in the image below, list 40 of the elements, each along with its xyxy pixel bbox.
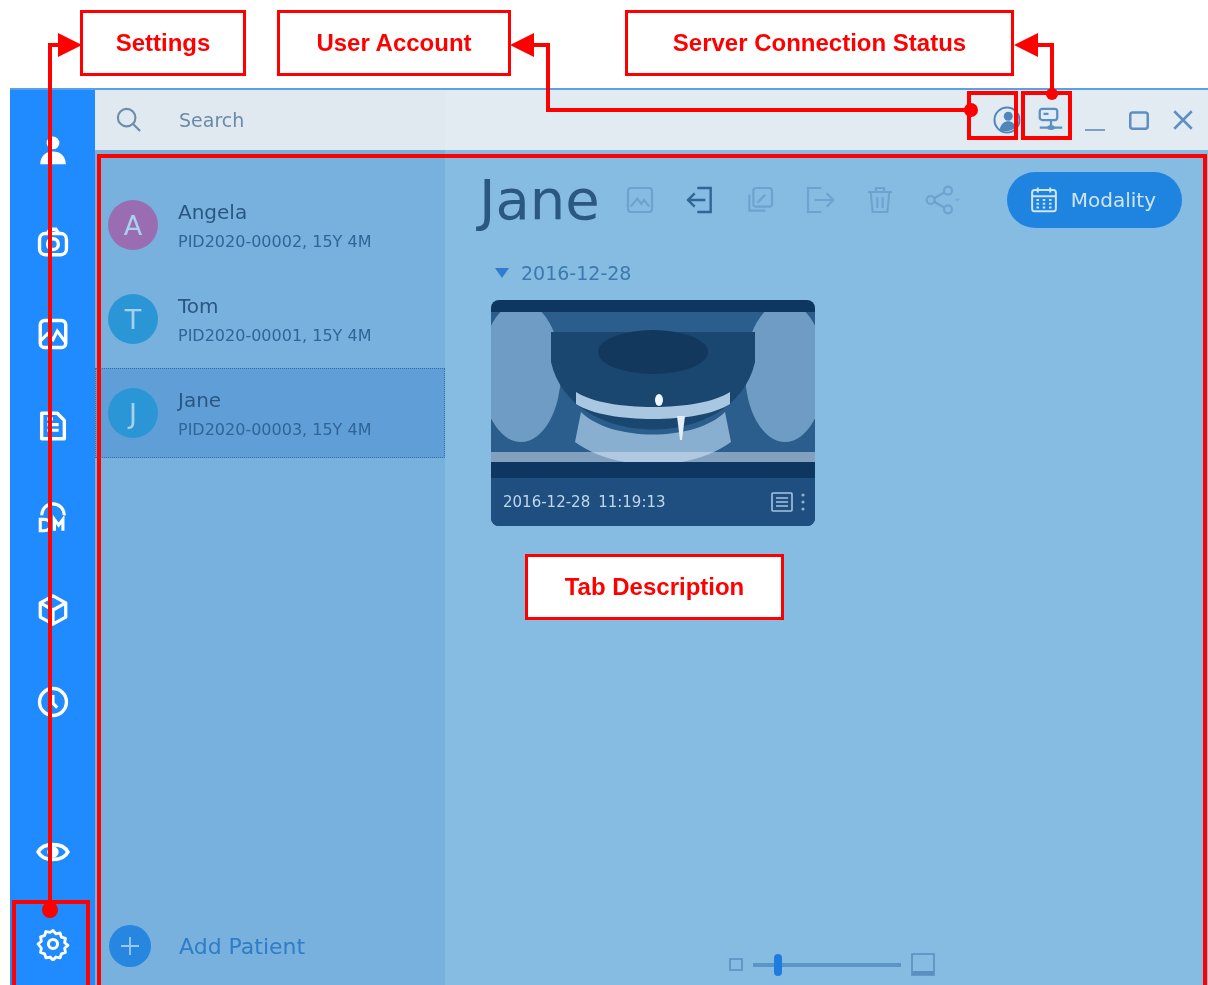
patient-info: PID2020-00001, 15Y 4M <box>178 325 372 345</box>
collapse-icon[interactable] <box>495 268 509 278</box>
user-account-icon[interactable] <box>992 105 1022 135</box>
patient-avatar: T <box>108 294 158 344</box>
clock-icon[interactable] <box>35 685 70 719</box>
study-card[interactable]: 2016-12-28 11:19:13 <box>491 300 815 526</box>
highlight-frame <box>1021 91 1072 140</box>
small-thumbnail-icon[interactable] <box>729 958 743 972</box>
modality-button[interactable]: Modality <box>1006 172 1182 228</box>
callout-label: Server Connection Status <box>625 10 1014 76</box>
patient-avatar: A <box>108 200 158 250</box>
more-icon[interactable] <box>801 492 805 512</box>
patient-name: Tom <box>178 293 220 318</box>
patient-avatar: J <box>108 388 158 438</box>
study-date: 2016-12-28 <box>503 493 591 511</box>
patient-item[interactable]: A Angela PID2020-00002, 15Y 4M <box>95 180 445 270</box>
plus-icon <box>118 934 142 958</box>
search-icon <box>115 106 143 134</box>
settings-icon[interactable] <box>35 927 70 961</box>
callout-label: User Account <box>277 10 511 76</box>
callout-arrow <box>1014 33 1058 100</box>
calendar-icon <box>1028 185 1059 215</box>
patient-name: Jane <box>178 387 223 412</box>
patient-info: PID2020-00002, 15Y 4M <box>178 231 372 251</box>
patient-item[interactable]: J Jane PID2020-00003, 15Y 4M <box>95 368 445 458</box>
large-thumbnail-icon[interactable] <box>911 953 935 977</box>
callout-label: Settings <box>80 10 246 76</box>
study-time: 11:19:13 <box>598 493 666 511</box>
patient-name: Angela <box>178 199 249 224</box>
patient-info: PID2020-00003, 15Y 4M <box>178 419 372 439</box>
group-date: 2016-12-28 <box>521 262 632 284</box>
notes-icon[interactable] <box>771 492 793 512</box>
search-field[interactable]: Search <box>177 108 381 132</box>
add-button[interactable] <box>109 925 151 967</box>
add-patient-link[interactable]: Add Patient <box>179 933 306 959</box>
highlight-frame <box>967 91 1018 140</box>
callout-label: Tab Description <box>525 554 784 620</box>
camera-icon[interactable] <box>35 225 70 259</box>
slider-thumb[interactable] <box>774 954 782 976</box>
patient-item[interactable]: T Tom PID2020-00001, 15Y 4M <box>95 274 445 364</box>
